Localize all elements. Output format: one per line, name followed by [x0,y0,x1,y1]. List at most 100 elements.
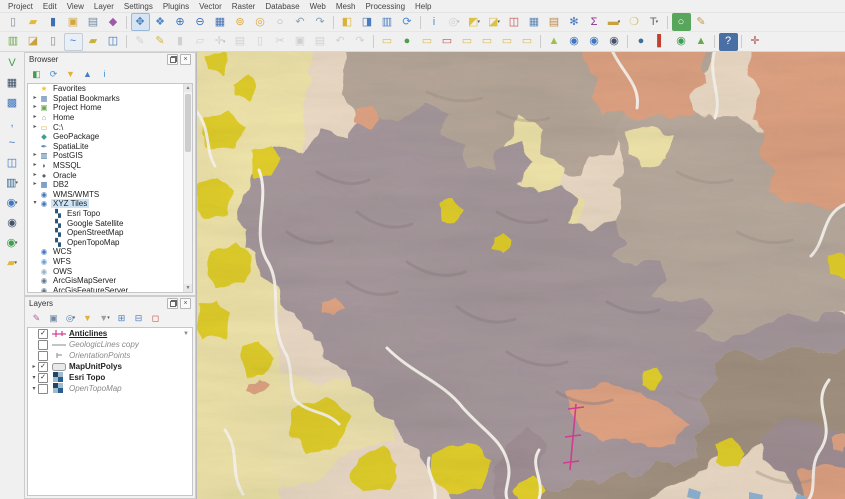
layer-item-esri-topo[interactable]: ▾✓Esri Topo [28,372,192,383]
layer-item-anticlines[interactable]: ✓Anticlines▼ [28,328,192,339]
pin-labels-button[interactable]: ▭ [418,33,437,51]
filter-legend-button[interactable]: ▼ [80,311,96,326]
show-properties-button[interactable]: i [97,67,113,82]
select-by-form-button[interactable]: ◪▾ [485,13,504,31]
cut-features-button[interactable]: ✂ [271,33,290,51]
expander-icon[interactable]: ▸ [31,94,39,103]
browser-item-c[interactable]: ▸▭C:\ [28,122,192,132]
map-canvas[interactable] [196,52,845,499]
remove-layer-button[interactable]: ◻ [148,311,164,326]
layers-close-button[interactable]: × [180,298,191,309]
scroll-down-icon[interactable]: ▼ [184,284,192,292]
browser-close-button[interactable]: × [180,54,191,65]
zoom-last-button[interactable]: ↶ [291,13,310,31]
dropdown-arrow[interactable]: ▾ [618,19,621,25]
dropdown-arrow[interactable]: ▾ [107,315,110,321]
paste-features-button[interactable]: ▤ [311,33,330,51]
help-contents-button[interactable]: ? [719,33,738,51]
refresh-browser-button[interactable]: ⟳ [46,67,62,82]
expander-icon[interactable]: ▸ [31,113,39,122]
layer-item-orientationpoints[interactable]: OrientationPoints [28,350,192,361]
browser-item-spatial-bookmarks[interactable]: ▸▦Spatial Bookmarks [28,94,192,104]
geocode-button[interactable]: ◉ [585,33,604,51]
new-project-button[interactable]: ▯ [4,13,23,31]
new-virtual-layer-button[interactable]: ◫ [104,33,123,51]
browser-item-arcgismapserver[interactable]: ◉ArcGisMapServer [28,276,192,286]
expander-icon[interactable]: ▸ [31,171,39,180]
redo-button[interactable]: ↷ [351,33,370,51]
browser-item-spatialite[interactable]: ✒SpatiaLite [28,142,192,152]
toggle-editing-button[interactable]: ✎ [151,33,170,51]
layer-item-geologiclines-copy[interactable]: GeologicLines copy [28,339,192,350]
layer-diagram-button[interactable]: ● [398,33,417,51]
new-geopackage-layer-button[interactable]: ▥ [4,33,23,51]
browser-item-home[interactable]: ▸⌂Home [28,113,192,123]
browser-scrollbar[interactable]: ▲ ▼ [183,84,192,292]
menu-settings[interactable]: Settings [119,1,158,12]
dropdown-arrow[interactable]: ▾ [15,180,18,186]
save-layer-edits-button[interactable]: ▮ [171,33,190,51]
browser-item-mssql[interactable]: ▸◗MSSQL [28,161,192,171]
menu-raster[interactable]: Raster [227,1,261,12]
expander-icon[interactable]: ▸ [31,180,39,189]
dropdown-arrow[interactable]: ▾ [15,200,18,206]
dem-terrain-tools-button[interactable]: ▲ [692,33,711,51]
zoom-to-selection-button[interactable]: ◎ [251,13,270,31]
identify-features-button[interactable]: i [425,13,444,31]
pan-map-button[interactable]: ✥ [131,13,150,31]
layer-checkbox[interactable]: ✓ [38,329,48,339]
browser-item-wcs[interactable]: ◉WCS [28,247,192,257]
dropdown-arrow[interactable]: ▾ [457,19,460,25]
expander-icon[interactable]: ▸ [30,362,38,372]
manage-map-themes-button[interactable]: ◎▾ [63,311,79,326]
highlight-labels-button[interactable]: ▭ [438,33,457,51]
menu-layer[interactable]: Layer [89,1,119,12]
browser-item-project-home[interactable]: ▸▣Project Home [28,103,192,113]
measure-line-button[interactable]: ▬▾ [605,13,624,31]
browser-item-postgis[interactable]: ▸▥PostGIS [28,151,192,161]
collapse-all-layers-button[interactable]: ⊟ [131,311,147,326]
deselect-features-button[interactable]: ◫ [505,13,524,31]
add-delimited-text-layer-button[interactable]: , [3,114,22,132]
expander-icon[interactable]: ▾ [30,373,38,383]
dropdown-arrow[interactable]: ▾ [477,19,480,25]
dropdown-arrow[interactable]: ▾ [497,19,500,25]
move-label-button[interactable]: ▭ [478,33,497,51]
add-raster-layer-button[interactable]: ▦ [3,74,22,92]
zoom-native-button[interactable]: ▦ [211,13,230,31]
menu-mesh[interactable]: Mesh [331,1,361,12]
zoom-in-button[interactable]: ⊕ [171,13,190,31]
map-tips-button[interactable]: ❍ [625,13,644,31]
add-vector-layer-button[interactable]: V [3,54,22,72]
menu-database[interactable]: Database [260,1,304,12]
menu-vector[interactable]: Vector [194,1,227,12]
filter-by-expression-button[interactable]: ▼▾ [97,311,113,326]
layer-checkbox[interactable] [38,351,48,361]
expander-icon[interactable]: ▸ [31,103,39,112]
menu-processing[interactable]: Processing [360,1,410,12]
scrollbar-thumb[interactable] [185,94,191,152]
menu-plugins[interactable]: Plugins [158,1,194,12]
menu-help[interactable]: Help [410,1,436,12]
menu-edit[interactable]: Edit [38,1,62,12]
add-mesh-layer-button[interactable]: ▩ [3,94,22,112]
vertex-tool-button[interactable]: ✛▾ [211,33,230,51]
layer-item-mapunitpolys[interactable]: ▸✓MapUnitPolys [28,361,192,372]
open-layer-styling-button[interactable]: ✎ [29,311,45,326]
browser-item-db2[interactable]: ▸▦DB2 [28,180,192,190]
refresh-map-button[interactable]: ⟳ [398,13,417,31]
menu-web[interactable]: Web [305,1,331,12]
browser-item-opentopomap[interactable]: ▚OpenTopoMap [28,238,192,248]
scroll-up-icon[interactable]: ▲ [184,84,192,92]
osm-place-search-button[interactable]: ○ [672,13,691,31]
add-spatialite-layer-button[interactable]: ~ [3,134,22,152]
add-wcs-layer-button[interactable]: ◉ [3,214,22,232]
dropdown-arrow[interactable]: ▾ [223,39,226,45]
run-feature-action-button[interactable]: ◎▾ [445,13,464,31]
expander-icon[interactable]: ▾ [30,384,38,394]
topology-checker-button[interactable]: ▲ [545,33,564,51]
web-search-button[interactable]: ◉ [605,33,624,51]
browser-item-geopackage[interactable]: ◆GeoPackage [28,132,192,142]
browser-item-openstreetmap[interactable]: ▚OpenStreetMap [28,228,192,238]
current-edits-button[interactable]: ✎ [131,33,150,51]
